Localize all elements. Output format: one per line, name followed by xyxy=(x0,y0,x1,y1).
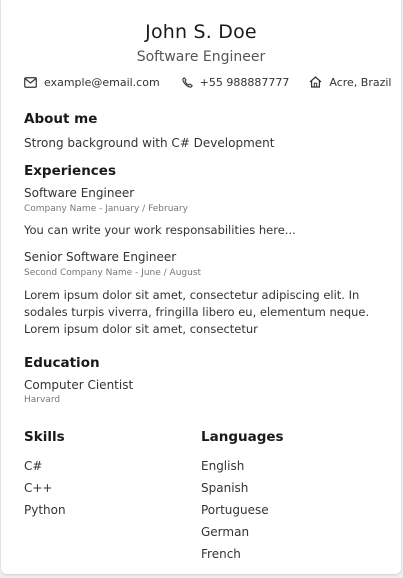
home-icon xyxy=(309,76,322,88)
language-item: German xyxy=(201,525,250,539)
experience-position: Software Engineer xyxy=(24,186,135,200)
contact-location-text: Acre, Brazil xyxy=(329,75,392,89)
skill-item: Python xyxy=(24,503,66,517)
resume-card: John S. Doe Software Engineer example@em… xyxy=(1,0,401,574)
contact-email-text: example@email.com xyxy=(44,75,160,89)
language-item: English xyxy=(201,459,245,473)
contact-phone-text: +55 988887777 xyxy=(199,75,290,89)
mail-icon xyxy=(24,76,37,88)
language-item: Portuguese xyxy=(201,503,269,517)
resume-name: John S. Doe xyxy=(145,21,257,43)
contact-row: example@email.com +55 988887777 Acre, Br… xyxy=(24,74,392,90)
experience-description: You can write your work responsabilities… xyxy=(24,223,296,237)
languages-list: English Spanish Portuguese German French xyxy=(201,459,269,569)
experience-description: Lorem ipsum dolor sit amet, consectetur … xyxy=(24,288,370,336)
education-degree: Computer Cientist xyxy=(24,378,134,392)
phone-icon xyxy=(181,76,193,88)
skills-title: Skills xyxy=(24,429,65,445)
skills-list: C# C++ Python xyxy=(24,459,66,525)
education-title: Education xyxy=(24,355,100,371)
languages-title: Languages xyxy=(201,429,284,445)
about-text: Strong background with C# Development xyxy=(24,136,275,150)
contact-location: Acre, Brazil xyxy=(309,75,392,89)
experience-meta: Second Company Name - June / August xyxy=(24,268,202,278)
education-school: Harvard xyxy=(24,395,61,405)
experience-meta: Company Name - January / February xyxy=(24,204,188,214)
resume-role: Software Engineer xyxy=(136,49,266,65)
resume-page: John S. Doe Software Engineer example@em… xyxy=(0,0,403,578)
skill-item: C# xyxy=(24,459,43,473)
contact-phone[interactable]: +55 988887777 xyxy=(181,75,290,89)
skill-item: C++ xyxy=(24,481,53,495)
experience-position: Senior Software Engineer xyxy=(24,250,177,264)
experiences-title: Experiences xyxy=(24,163,116,179)
about-title: About me xyxy=(24,111,98,127)
contact-email[interactable]: example@email.com xyxy=(24,76,160,89)
language-item: Spanish xyxy=(201,481,249,495)
language-item: French xyxy=(201,547,241,561)
